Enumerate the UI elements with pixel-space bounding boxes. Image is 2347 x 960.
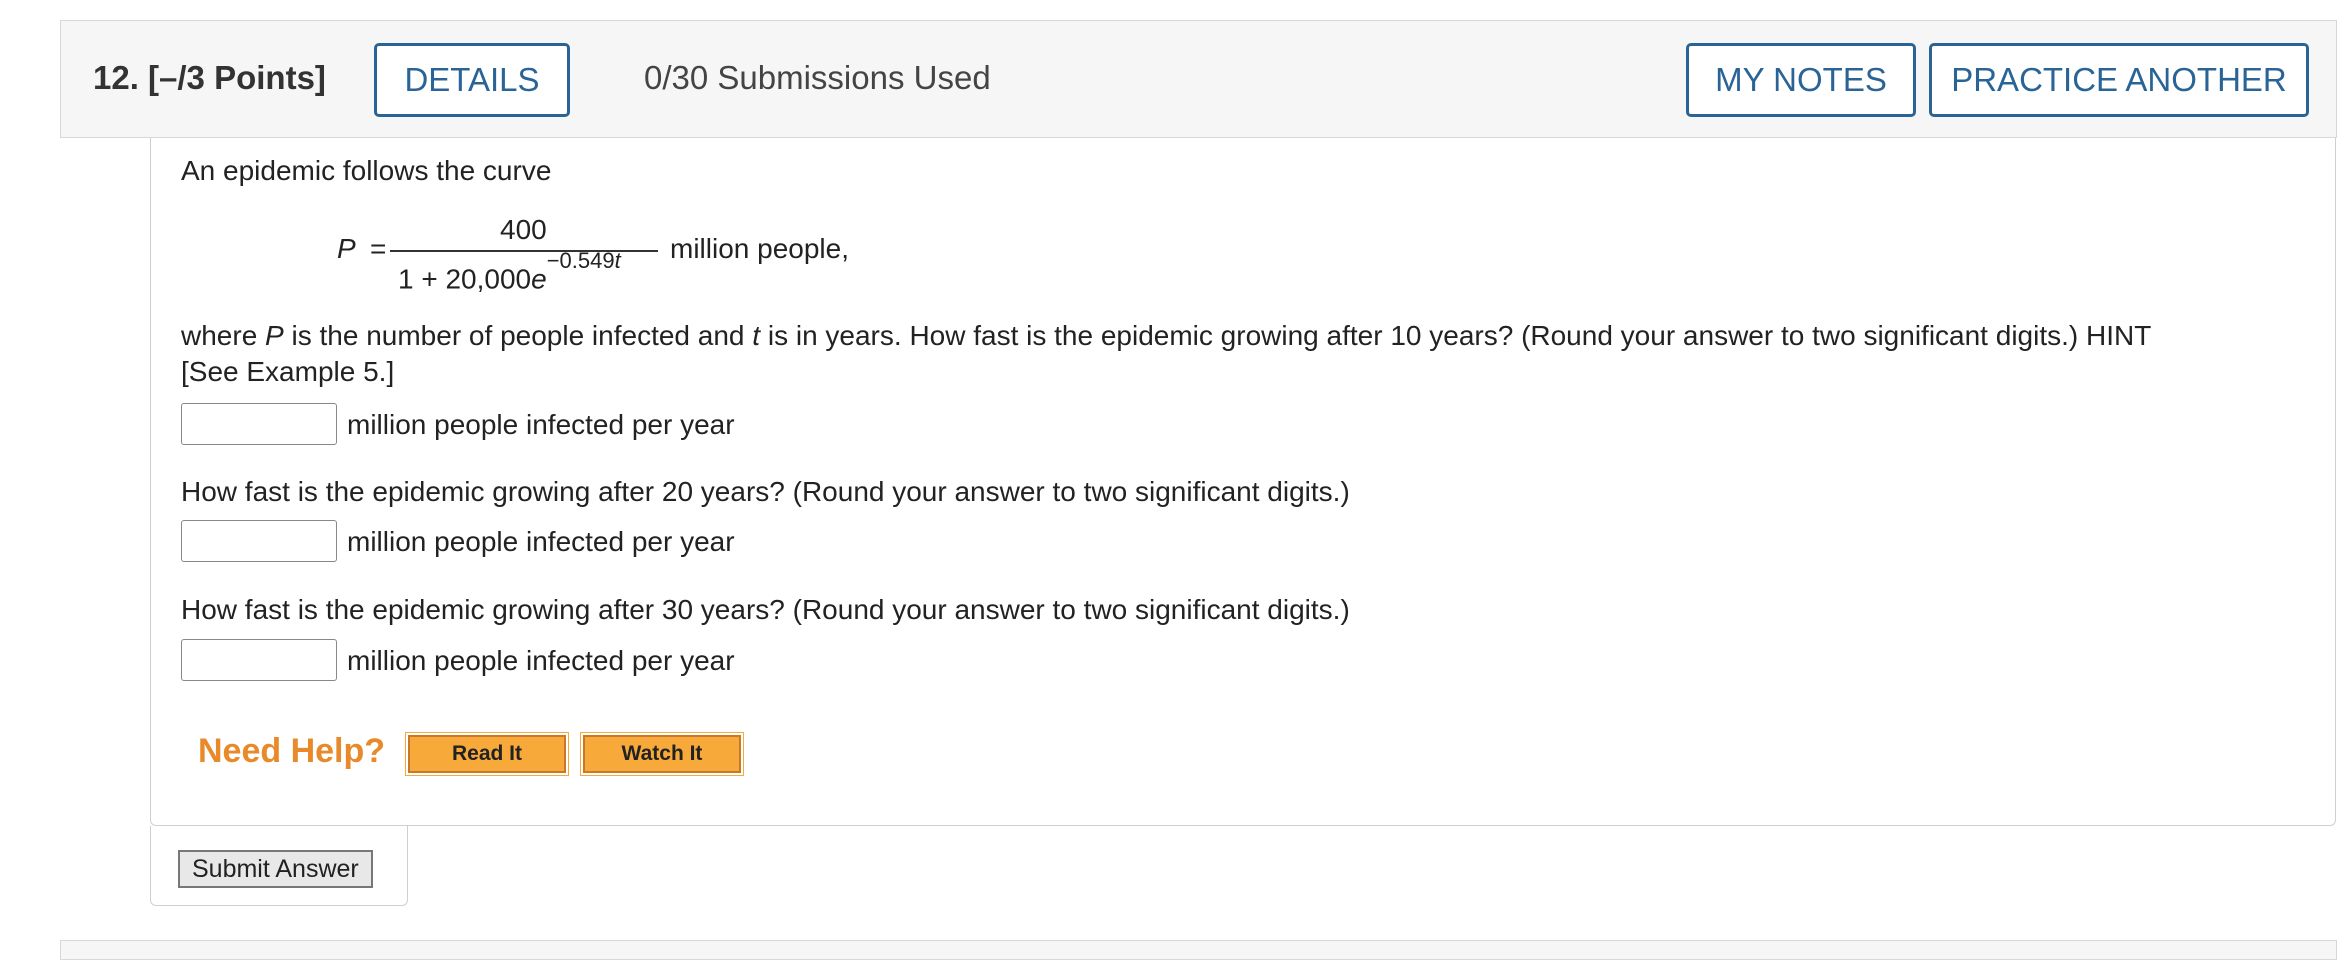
- answer-unit-3: million people infected per year: [347, 645, 735, 676]
- prompt-1: where P is the number of people infected…: [181, 320, 2152, 351]
- my-notes-button[interactable]: MY NOTES: [1686, 43, 1916, 117]
- question-title: 12. [–/3 Points]: [93, 59, 326, 97]
- hint-link[interactable]: [See Example 5.]: [181, 356, 394, 388]
- answer-input-1[interactable]: [181, 403, 337, 445]
- next-question-header: [60, 940, 2337, 960]
- read-it-button[interactable]: Read It: [405, 732, 569, 776]
- formula-equals: =: [370, 233, 387, 264]
- prompt-2: How fast is the epidemic growing after 2…: [181, 476, 1350, 507]
- answer-unit-2: million people infected per year: [347, 526, 735, 557]
- formula-lhs: P: [337, 233, 356, 264]
- answer-unit-1: million people infected per year: [347, 409, 735, 440]
- prompt-3: How fast is the epidemic growing after 3…: [181, 594, 1350, 625]
- question-intro: An epidemic follows the curve: [181, 155, 552, 186]
- question-number: 12.: [93, 59, 139, 96]
- need-help-label: Need Help?: [198, 732, 386, 770]
- formula-suffix: million people,: [670, 233, 849, 264]
- answer-input-2[interactable]: [181, 520, 337, 562]
- watch-it-button[interactable]: Watch It: [580, 732, 744, 776]
- submissions-count: 0/30 Submissions Used: [644, 59, 991, 96]
- submit-answer-button[interactable]: Submit Answer: [178, 850, 373, 888]
- question-header: 12. [–/3 Points] DETAILS 0/30 Submission…: [60, 20, 2337, 138]
- formula-denominator: 1 + 20,000e−0.549t: [398, 248, 621, 295]
- details-button[interactable]: DETAILS: [374, 43, 570, 117]
- practice-another-button[interactable]: PRACTICE ANOTHER: [1929, 43, 2309, 117]
- question-points: [–/3 Points]: [148, 59, 326, 96]
- formula-numerator: 400: [500, 214, 547, 245]
- answer-input-3[interactable]: [181, 639, 337, 681]
